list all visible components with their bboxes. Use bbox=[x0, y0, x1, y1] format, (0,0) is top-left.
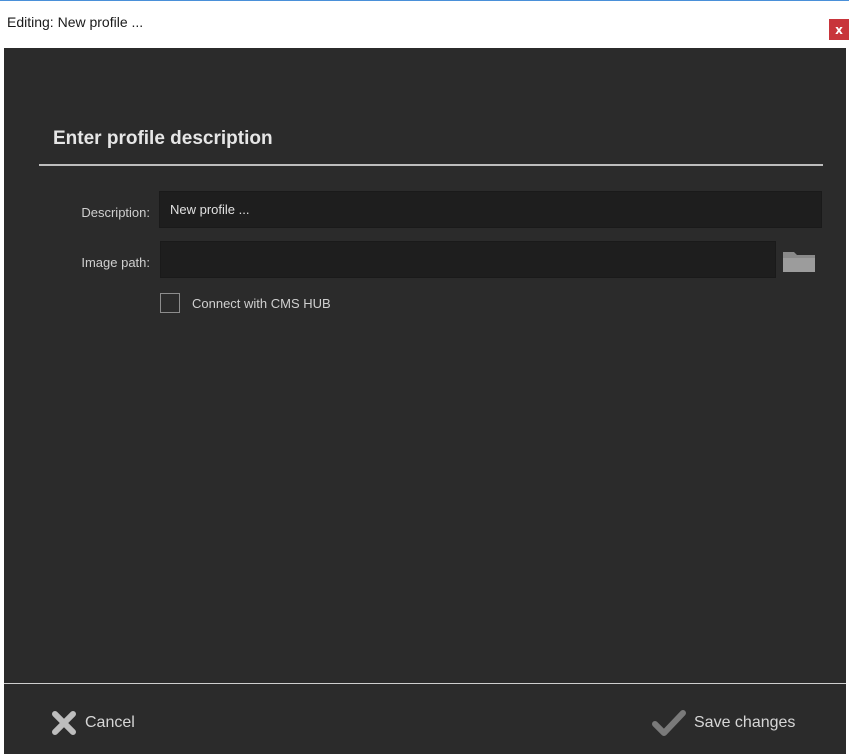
section-heading: Enter profile description bbox=[53, 128, 273, 149]
description-label: Description: bbox=[81, 205, 150, 220]
title-bar: Editing: New profile ... x bbox=[0, 2, 849, 47]
description-input[interactable]: New profile ... bbox=[159, 191, 822, 228]
image-path-input[interactable] bbox=[160, 241, 776, 278]
cancel-button[interactable]: Cancel bbox=[51, 708, 135, 738]
cms-hub-checkbox[interactable] bbox=[160, 293, 180, 313]
cancel-label: Cancel bbox=[85, 714, 135, 731]
save-changes-button[interactable]: Save changes bbox=[652, 708, 795, 738]
folder-icon[interactable] bbox=[781, 248, 817, 274]
footer-divider bbox=[4, 683, 846, 684]
cms-hub-label[interactable]: Connect with CMS HUB bbox=[192, 296, 331, 311]
close-x-icon bbox=[52, 711, 76, 735]
image-path-label: Image path: bbox=[81, 255, 150, 270]
save-changes-label: Save changes bbox=[694, 714, 796, 731]
checkmark-icon bbox=[652, 710, 686, 736]
editor-panel: Enter profile description Description: N… bbox=[4, 48, 846, 754]
heading-divider bbox=[39, 164, 823, 166]
profile-editor-window: Editing: New profile ... x Enter profile… bbox=[0, 0, 849, 754]
window-title: Editing: New profile ... bbox=[7, 14, 144, 30]
close-window-button[interactable]: x bbox=[829, 19, 849, 40]
